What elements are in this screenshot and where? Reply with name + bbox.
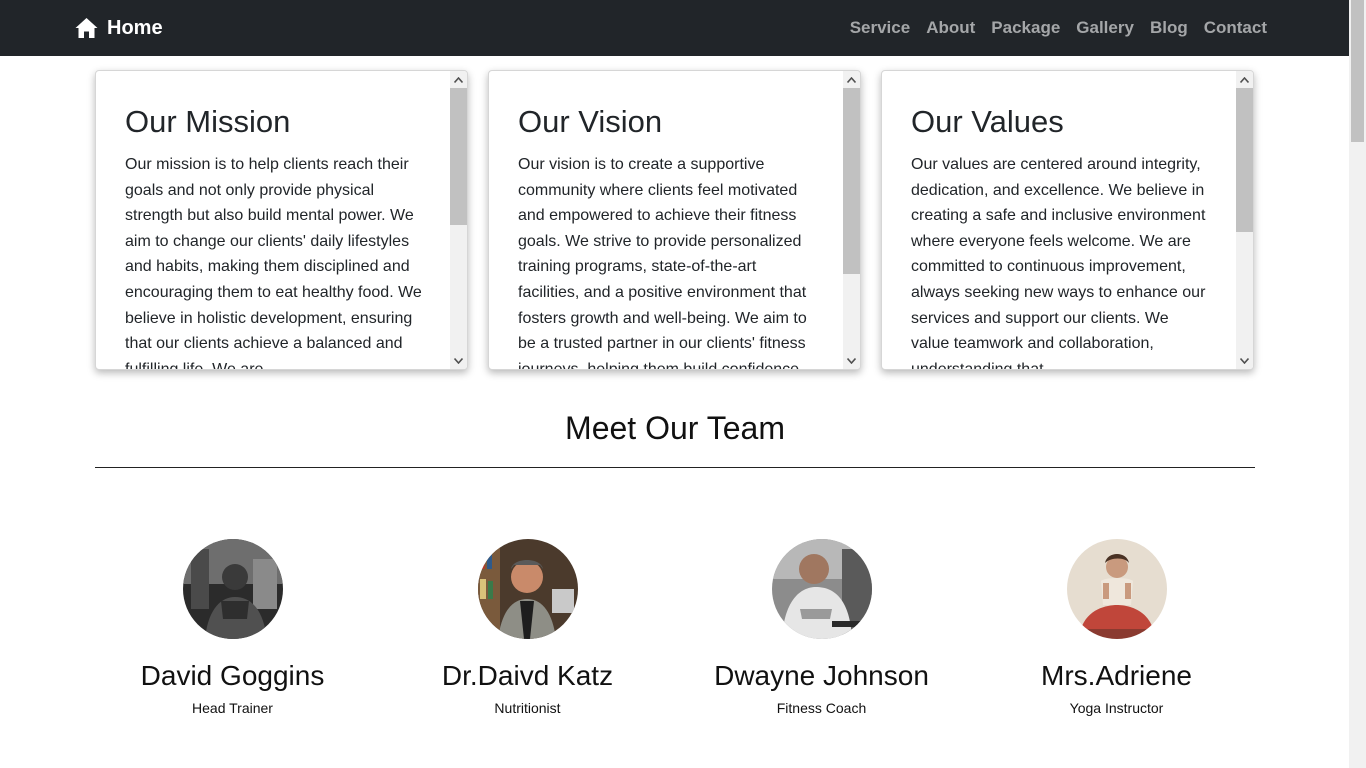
card-scrollbar[interactable] <box>843 71 860 369</box>
card-title: Our Mission <box>125 104 291 139</box>
scroll-up-button[interactable] <box>450 71 467 88</box>
card-content: Our Vision Our vision is to create a sup… <box>518 71 818 370</box>
chevron-up-icon <box>847 76 856 83</box>
nav-link-package[interactable]: Package <box>991 18 1060 38</box>
nav-link-gallery[interactable]: Gallery <box>1076 18 1134 38</box>
team-member: Mrs.Adriene Yoga Instructor <box>969 539 1264 717</box>
member-name: David Goggins <box>140 660 325 691</box>
member-role: Yoga Instructor <box>1069 700 1164 716</box>
navbar: Home Service About Package Gallery Blog … <box>0 0 1349 56</box>
card-title: Our Values <box>911 104 1064 139</box>
team-member: Dr.Daivd Katz Nutritionist <box>380 539 675 717</box>
scroll-up-button[interactable] <box>843 71 860 88</box>
card-content: Our Values Our values are centered aroun… <box>911 71 1211 370</box>
scroll-down-button[interactable] <box>843 352 860 369</box>
chevron-up-icon <box>454 76 463 83</box>
scroll-down-button[interactable] <box>1236 352 1253 369</box>
card-content: Our Mission Our mission is to help clien… <box>125 71 425 370</box>
team-heading: Meet Our Team <box>565 410 785 446</box>
avatar <box>771 539 872 639</box>
nav-link-about[interactable]: About <box>926 18 975 38</box>
avatar <box>1066 539 1167 639</box>
card-text: Our values are centered around integrity… <box>911 156 1206 370</box>
card-scrollbar[interactable] <box>1236 71 1253 369</box>
page-scrollbar-thumb[interactable] <box>1351 0 1364 142</box>
member-role: Head Trainer <box>192 700 273 716</box>
vision-card: Our Vision Our vision is to create a sup… <box>488 70 861 370</box>
page-scrollbar[interactable] <box>1349 0 1366 768</box>
scrollbar-thumb[interactable] <box>450 88 467 225</box>
team-divider <box>95 467 1255 468</box>
member-role: Nutritionist <box>494 700 561 716</box>
card-scrollbar[interactable] <box>450 71 467 369</box>
home-link[interactable]: Home <box>74 16 163 40</box>
home-icon <box>75 18 98 38</box>
member-name: Mrs.Adriene <box>1041 660 1192 691</box>
brand-label: Home <box>107 16 163 39</box>
values-card: Our Values Our values are centered aroun… <box>881 70 1254 370</box>
scroll-down-button[interactable] <box>450 352 467 369</box>
card-title: Our Vision <box>518 104 663 139</box>
team-member: Dwayne Johnson Fitness Coach <box>674 539 969 717</box>
avatar <box>477 539 578 639</box>
chevron-down-icon <box>454 357 463 364</box>
member-name: Dwayne Johnson <box>714 660 929 691</box>
chevron-up-icon <box>1240 76 1249 83</box>
avatar <box>182 539 283 639</box>
nav-link-blog[interactable]: Blog <box>1150 18 1188 38</box>
nav-links: Service About Package Gallery Blog Conta… <box>850 18 1267 38</box>
card-text: Our vision is to create a supportive com… <box>518 156 807 370</box>
team-member: David Goggins Head Trainer <box>85 539 380 717</box>
nav-link-contact[interactable]: Contact <box>1204 18 1267 38</box>
member-role: Fitness Coach <box>776 700 867 716</box>
nav-link-service[interactable]: Service <box>850 18 911 38</box>
member-name: Dr.Daivd Katz <box>441 660 614 691</box>
chevron-down-icon <box>847 357 856 364</box>
card-text: Our mission is to help clients reach the… <box>125 156 422 370</box>
scroll-up-button[interactable] <box>1236 71 1253 88</box>
chevron-down-icon <box>1240 357 1249 364</box>
scrollbar-thumb[interactable] <box>1236 88 1253 232</box>
mission-card: Our Mission Our mission is to help clien… <box>95 70 468 370</box>
scrollbar-thumb[interactable] <box>843 88 860 274</box>
